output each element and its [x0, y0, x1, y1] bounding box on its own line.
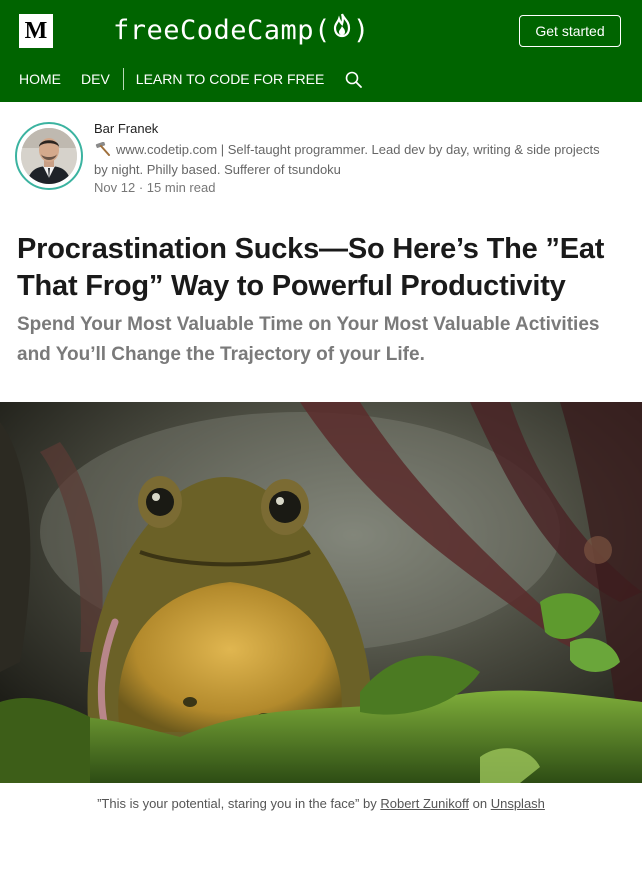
flame-icon — [331, 10, 353, 50]
author-block: Bar Franek www.codetip.com | Self-taught… — [15, 120, 635, 200]
brand-text: freeCodeCamp( — [113, 15, 331, 46]
author-name[interactable]: Bar Franek — [94, 121, 158, 137]
caption-quote: ”This is your potential, staring you in … — [97, 796, 377, 811]
article-subtitle: Spend Your Most Valuable Time on Your Mo… — [17, 314, 600, 365]
image-caption: ”This is your potential, staring you in … — [0, 796, 642, 812]
nav-home[interactable]: HOME — [19, 66, 61, 92]
author-bio: www.codetip.com | Self-taught programmer… — [94, 140, 614, 180]
brand-close-paren: ) — [352, 15, 370, 46]
hero-image — [0, 402, 642, 783]
nav-divider — [122, 68, 124, 90]
get-started-button[interactable]: Get started — [519, 15, 621, 47]
nav-learn-to-code[interactable]: LEARN TO CODE FOR FREE — [136, 66, 325, 92]
medium-logo[interactable]: M — [19, 14, 53, 48]
hammer-icon — [94, 141, 112, 156]
site-header: M freeCodeCamp() Get started HOME DEV LE… — [0, 0, 642, 102]
freecodecamp-logo[interactable]: freeCodeCamp() — [113, 11, 370, 51]
nav-dev[interactable]: DEV — [81, 66, 110, 92]
author-bio-text: www.codetip.com | Self-taught programmer… — [94, 142, 600, 177]
frog-photo — [0, 402, 642, 783]
meta-separator: · — [138, 180, 144, 195]
unsplash-link[interactable]: Unsplash — [491, 796, 545, 811]
post-date[interactable]: Nov 12 — [94, 180, 135, 195]
top-nav: HOME DEV LEARN TO CODE FOR FREE — [19, 66, 364, 92]
post-meta: Nov 12 · 15 min read — [94, 180, 215, 196]
search-icon[interactable] — [344, 70, 364, 90]
article-title: Procrastination Sucks—So Here’s The ”Eat… — [17, 233, 605, 302]
photographer-link[interactable]: Robert Zunikoff — [380, 796, 469, 811]
read-time: 15 min read — [146, 180, 216, 195]
caption-on: on — [472, 796, 488, 811]
avatar[interactable] — [21, 128, 77, 184]
